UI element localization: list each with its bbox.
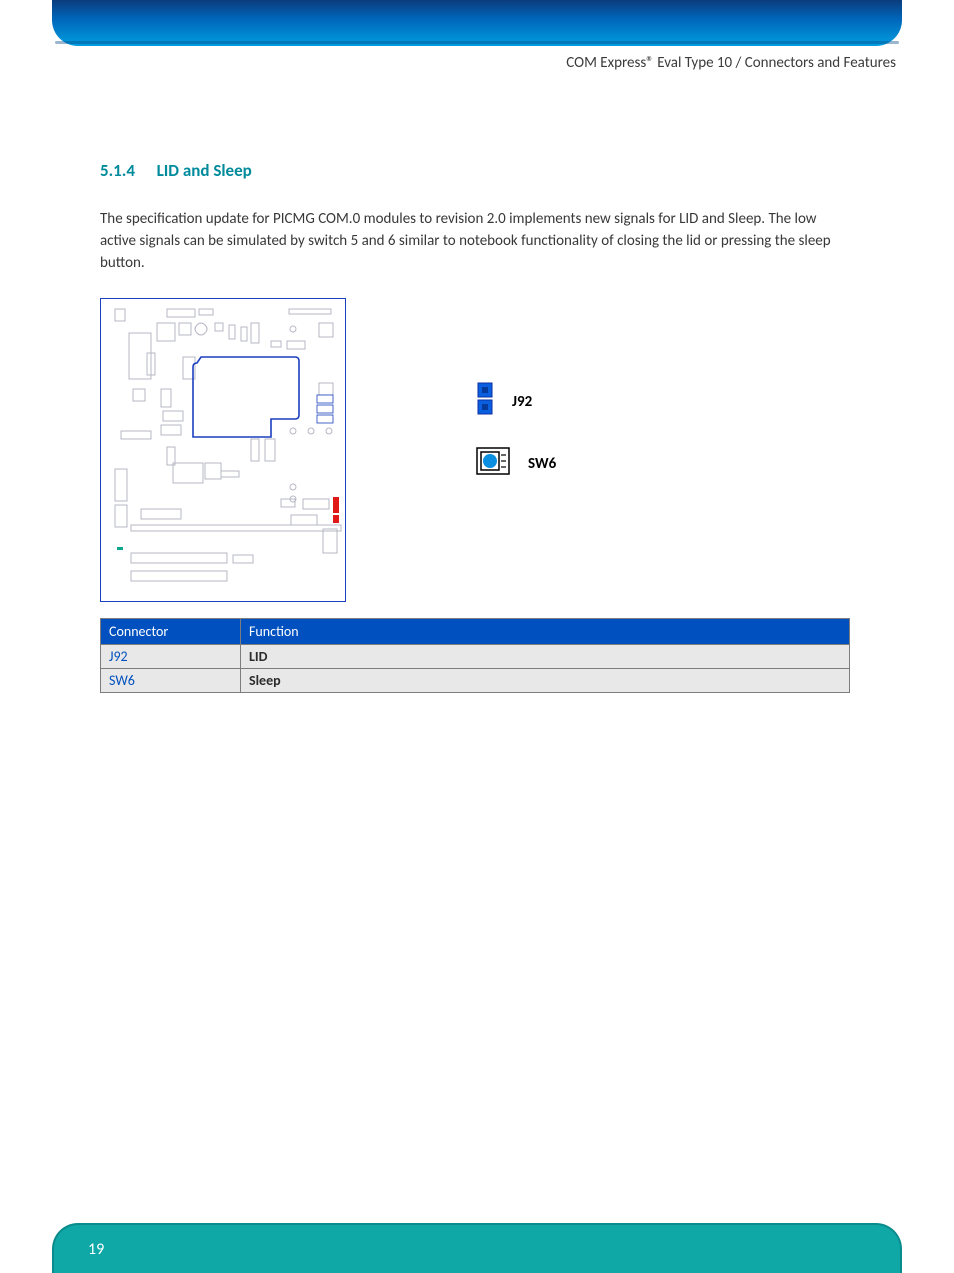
section-paragraph: The specification update for PICMG COM.0…	[100, 209, 850, 274]
figure-row: J92 SW6	[100, 298, 850, 602]
j92-icon	[476, 382, 494, 421]
section-heading: 5.1.4 LID and Sleep	[100, 160, 850, 181]
table-row: SW6 Sleep	[101, 669, 850, 693]
connector-table: Connector Function J92 LID SW6 Sleep	[100, 618, 850, 693]
cell-connector: SW6	[101, 669, 241, 693]
board-diagram	[100, 298, 346, 602]
cell-function: Sleep	[241, 669, 850, 693]
th-connector: Connector	[101, 619, 241, 645]
footer-banner: 19	[52, 1223, 902, 1273]
legend-j92: J92	[476, 382, 556, 421]
cell-connector: J92	[101, 645, 241, 669]
legend-j92-label: J92	[512, 393, 532, 411]
main-content: 5.1.4 LID and Sleep The specification up…	[100, 160, 850, 693]
legend: J92 SW6	[476, 382, 556, 506]
legend-sw6-label: SW6	[528, 455, 556, 473]
sw6-icon	[476, 447, 510, 480]
table-header-row: Connector Function	[101, 619, 850, 645]
th-function: Function	[241, 619, 850, 645]
section-number: 5.1.4	[100, 160, 135, 181]
cell-function: LID	[241, 645, 850, 669]
breadcrumb: COM Express® Eval Type 10 / Connectors a…	[566, 54, 896, 72]
legend-sw6: SW6	[476, 447, 556, 480]
top-banner	[52, 0, 902, 46]
section-title: LID and Sleep	[157, 160, 252, 181]
page-number: 19	[88, 1240, 104, 1259]
table-row: J92 LID	[101, 645, 850, 669]
